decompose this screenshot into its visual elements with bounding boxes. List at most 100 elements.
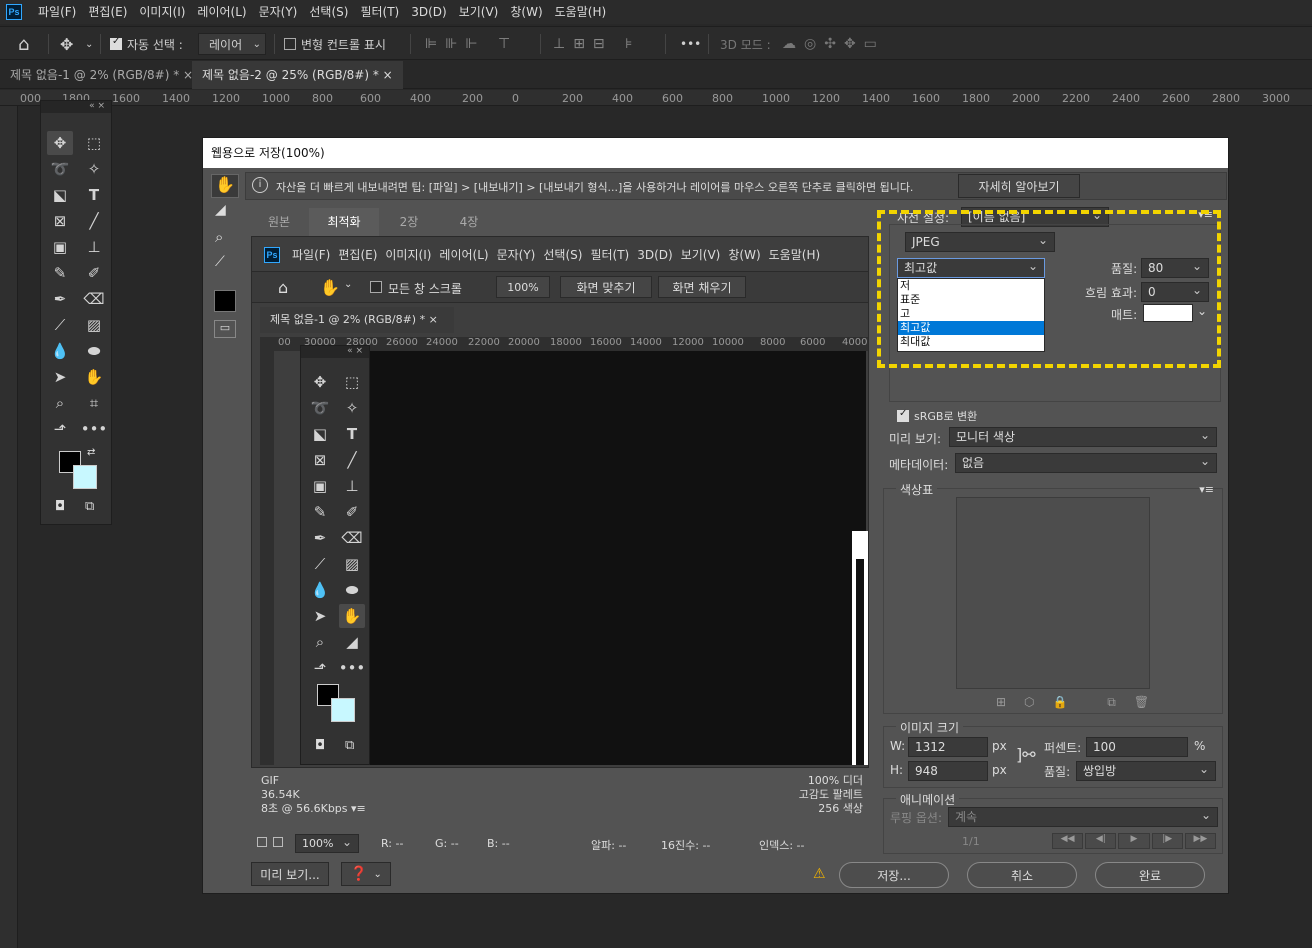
frame-tool-icon[interactable]: ⊠	[47, 209, 73, 233]
close-icon[interactable]: ×	[383, 68, 393, 82]
prev-frame-icon[interactable]: ◀|	[1085, 833, 1117, 849]
inner-menu-item: 창(W)	[728, 248, 761, 262]
distribute-icons[interactable]: ⊥⊞⊟ ⊧	[553, 27, 640, 61]
more-tools-icon[interactable]: •••	[81, 417, 108, 441]
menu-select[interactable]: 선택(S)	[303, 0, 354, 24]
crop-icon[interactable]: ⌗	[81, 391, 107, 415]
crop-tool-icon[interactable]: ▣	[47, 235, 73, 259]
crop-tool-icon: ▣	[312, 477, 328, 495]
quick-mask-icon[interactable]: ◘	[55, 499, 65, 514]
marquee-tool-icon[interactable]: ⬚	[81, 131, 107, 155]
color-table-menu-icon[interactable]: ▾≡	[1199, 483, 1214, 496]
menu-edit[interactable]: 편집(E)	[82, 0, 133, 24]
object-select-icon[interactable]: ⬕	[47, 183, 73, 207]
3d-mode-icons[interactable]: ☁◎✣✥▭	[782, 27, 885, 61]
transform-controls-checkbox[interactable]: 변형 컨트롤 표시	[284, 27, 386, 61]
pen-tool-icon[interactable]: ✒	[47, 287, 73, 311]
percent-input[interactable]: 100	[1086, 737, 1188, 757]
slice-select-icon[interactable]: ◢	[215, 202, 226, 218]
fill-screen-button: 화면 채우기	[658, 276, 746, 298]
stamp-tool-icon[interactable]: ⊥	[81, 235, 107, 259]
eyedropper-color-swatch[interactable]	[214, 290, 236, 312]
loop-select[interactable]: 계속	[948, 806, 1218, 827]
zoom-level-select[interactable]: 100%	[295, 833, 359, 853]
zoom-tool-icon[interactable]: ⌕	[215, 228, 223, 246]
cancel-button[interactable]: 취소	[967, 862, 1077, 888]
zoom-out-icon[interactable]	[257, 837, 267, 847]
auto-select-checkbox[interactable]: 자동 선택 :	[110, 27, 183, 61]
history-brush-icon[interactable]: ✐	[81, 261, 107, 285]
height-unit: px	[992, 763, 1007, 777]
save-button[interactable]: 저장...	[839, 862, 949, 888]
rotate-view-icon[interactable]: ⬏	[47, 417, 73, 441]
move-tool-icon[interactable]: ✥	[47, 131, 73, 155]
settings-panel: 사전 설정: [이름 없음] ▾≡ JPEG 최고값 저 표준 고 최고값 최대…	[877, 204, 1223, 404]
width-input[interactable]: 1312	[908, 737, 988, 757]
tab-4up[interactable]: 4장	[439, 208, 499, 236]
color-table-icons[interactable]: ⊞⬡🔒 ⧉🗑	[996, 695, 1167, 710]
more-options-icon[interactable]: •••	[680, 27, 701, 61]
swap-colors-icon[interactable]: ⇄	[87, 447, 95, 458]
learn-more-button[interactable]: 자세히 알아보기	[958, 174, 1080, 198]
type-tool-icon[interactable]: T	[81, 183, 107, 207]
screen-mode-icon[interactable]: ⧉	[85, 499, 94, 514]
metadata-select[interactable]: 없음	[955, 452, 1217, 473]
menu-layer[interactable]: 레이어(L)	[191, 0, 252, 24]
menu-help[interactable]: 도움말(H)	[549, 0, 613, 24]
background-color-swatch[interactable]	[73, 465, 97, 489]
auto-select-value: 레이어	[209, 37, 243, 52]
eyedropper-icon[interactable]: ⟋	[215, 254, 225, 270]
menu-3d[interactable]: 3D(D)	[405, 0, 452, 24]
menu-image[interactable]: 이미지(I)	[133, 0, 191, 24]
menu-filter[interactable]: 필터(T)	[354, 0, 405, 24]
menu-view[interactable]: 보기(V)	[453, 0, 505, 24]
blur-tool-icon[interactable]: 💧	[47, 339, 73, 363]
next-frame-icon[interactable]: |▶	[1151, 833, 1183, 849]
last-frame-icon[interactable]: ▶▶	[1184, 833, 1217, 849]
menu-window[interactable]: 창(W)	[504, 0, 548, 24]
doc-tab-2[interactable]: 제목 없음-2 @ 25% (RGB/8#) * ×	[192, 61, 403, 89]
magic-wand-icon[interactable]: ✧	[81, 157, 107, 181]
ruler-label: 1400	[862, 92, 890, 105]
zoom-in-icon[interactable]	[273, 837, 283, 847]
home-icon[interactable]: ⌂	[18, 27, 29, 61]
auto-select-dropdown[interactable]: 레이어 ⌄	[198, 33, 266, 55]
srgb-checkbox[interactable]: sRGB로 변환	[897, 408, 977, 424]
hand-tool-icon[interactable]: ✋	[211, 174, 239, 198]
percent-unit: %	[1194, 739, 1206, 753]
inner-canvas	[370, 351, 866, 765]
eyedropper-icon[interactable]: ⟋	[47, 313, 73, 337]
object-select-icon: ⬕	[312, 425, 328, 443]
chevron-down-icon[interactable]: ⌄	[85, 27, 93, 61]
toggle-slices-icon[interactable]: ▭	[214, 320, 236, 338]
hand-tool-icon[interactable]: ✋	[81, 365, 107, 389]
menu-type[interactable]: 문자(Y)	[253, 0, 304, 24]
tab-optimized[interactable]: 최적화	[309, 208, 379, 236]
panel-header[interactable]: « ×	[41, 101, 111, 113]
preview-button[interactable]: 미리 보기...	[251, 862, 329, 886]
align-icons[interactable]: ⊫⊪⊩ ⊤	[425, 27, 518, 61]
first-frame-icon[interactable]: ◀◀	[1052, 833, 1084, 849]
gradient-tool-icon[interactable]: ▨	[81, 313, 107, 337]
doc-tab-1[interactable]: 제목 없음-1 @ 2% (RGB/8#) * ×	[0, 61, 203, 89]
zoom-tool-icon[interactable]: ⌕	[47, 391, 73, 415]
lasso-tool-icon[interactable]: ➰	[47, 157, 73, 181]
help-browser-button[interactable]: ❓ ⌄	[341, 862, 391, 886]
slice-tool-icon: ◢	[346, 633, 358, 651]
brush-tool-icon[interactable]: ✎	[47, 261, 73, 285]
tab-original[interactable]: 원본	[249, 208, 309, 236]
eraser-tool-icon[interactable]: ⌫	[81, 287, 107, 311]
tab-2up[interactable]: 2장	[379, 208, 439, 236]
preview-select[interactable]: 모니터 색상	[949, 426, 1217, 447]
move-tool-icon[interactable]: ✥	[60, 27, 73, 61]
height-input[interactable]: 948	[908, 761, 988, 781]
path-select-icon[interactable]: ➤	[47, 365, 73, 389]
menu-file[interactable]: 파일(F)	[32, 0, 82, 24]
done-button[interactable]: 완료	[1095, 862, 1205, 888]
menu-icon[interactable]: ▾≡	[351, 802, 366, 815]
resample-select[interactable]: 쌍입방	[1076, 760, 1216, 781]
play-icon[interactable]: ▶	[1118, 833, 1150, 849]
dodge-tool-icon[interactable]: ⬬	[81, 339, 107, 363]
link-icon[interactable]: ]⚯	[1016, 745, 1036, 764]
line-tool-icon[interactable]: ╱	[81, 209, 107, 233]
